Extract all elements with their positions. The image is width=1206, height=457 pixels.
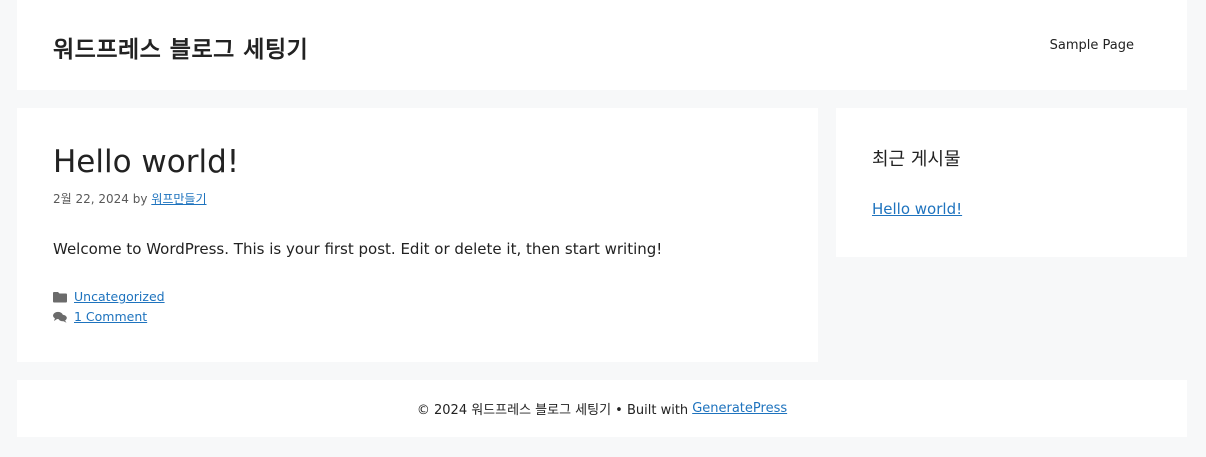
footer-copyright: © 2024 워드프레스 블로그 세팅기 • Built with	[416, 403, 689, 418]
folder-icon	[53, 291, 67, 303]
post-article: Hello world! 2월 22, 2024 by 워프만들기 Welcom…	[17, 108, 818, 362]
comments-icon	[53, 311, 67, 323]
sidebar-widget: 최근 게시물 Hello world!	[836, 108, 1187, 257]
nav-item-sample-page[interactable]: Sample Page	[1050, 38, 1134, 53]
site-footer: © 2024 워드프레스 블로그 세팅기 • Built with Genera…	[17, 380, 1187, 437]
post-categories: Uncategorized	[53, 289, 165, 304]
post-by-label: by	[132, 192, 148, 206]
comments-link[interactable]: 1 Comment	[74, 309, 147, 324]
site-title[interactable]: 워드프레스 블로그 세팅기	[53, 30, 308, 64]
category-link[interactable]: Uncategorized	[74, 289, 165, 304]
post-title: Hello world!	[53, 144, 240, 180]
post-content: Welcome to WordPress. This is your first…	[53, 240, 663, 258]
post-comments: 1 Comment	[53, 309, 147, 324]
widget-title: 최근 게시물	[872, 149, 961, 170]
post-date[interactable]: 2월 22, 2024	[53, 192, 129, 206]
post-meta: 2월 22, 2024 by 워프만들기	[53, 190, 207, 207]
theme-link[interactable]: GeneratePress	[692, 401, 787, 416]
site-header: 워드프레스 블로그 세팅기 Sample Page	[17, 0, 1187, 90]
post-author-link[interactable]: 워프만들기	[151, 192, 206, 206]
recent-post-link[interactable]: Hello world!	[872, 200, 962, 218]
